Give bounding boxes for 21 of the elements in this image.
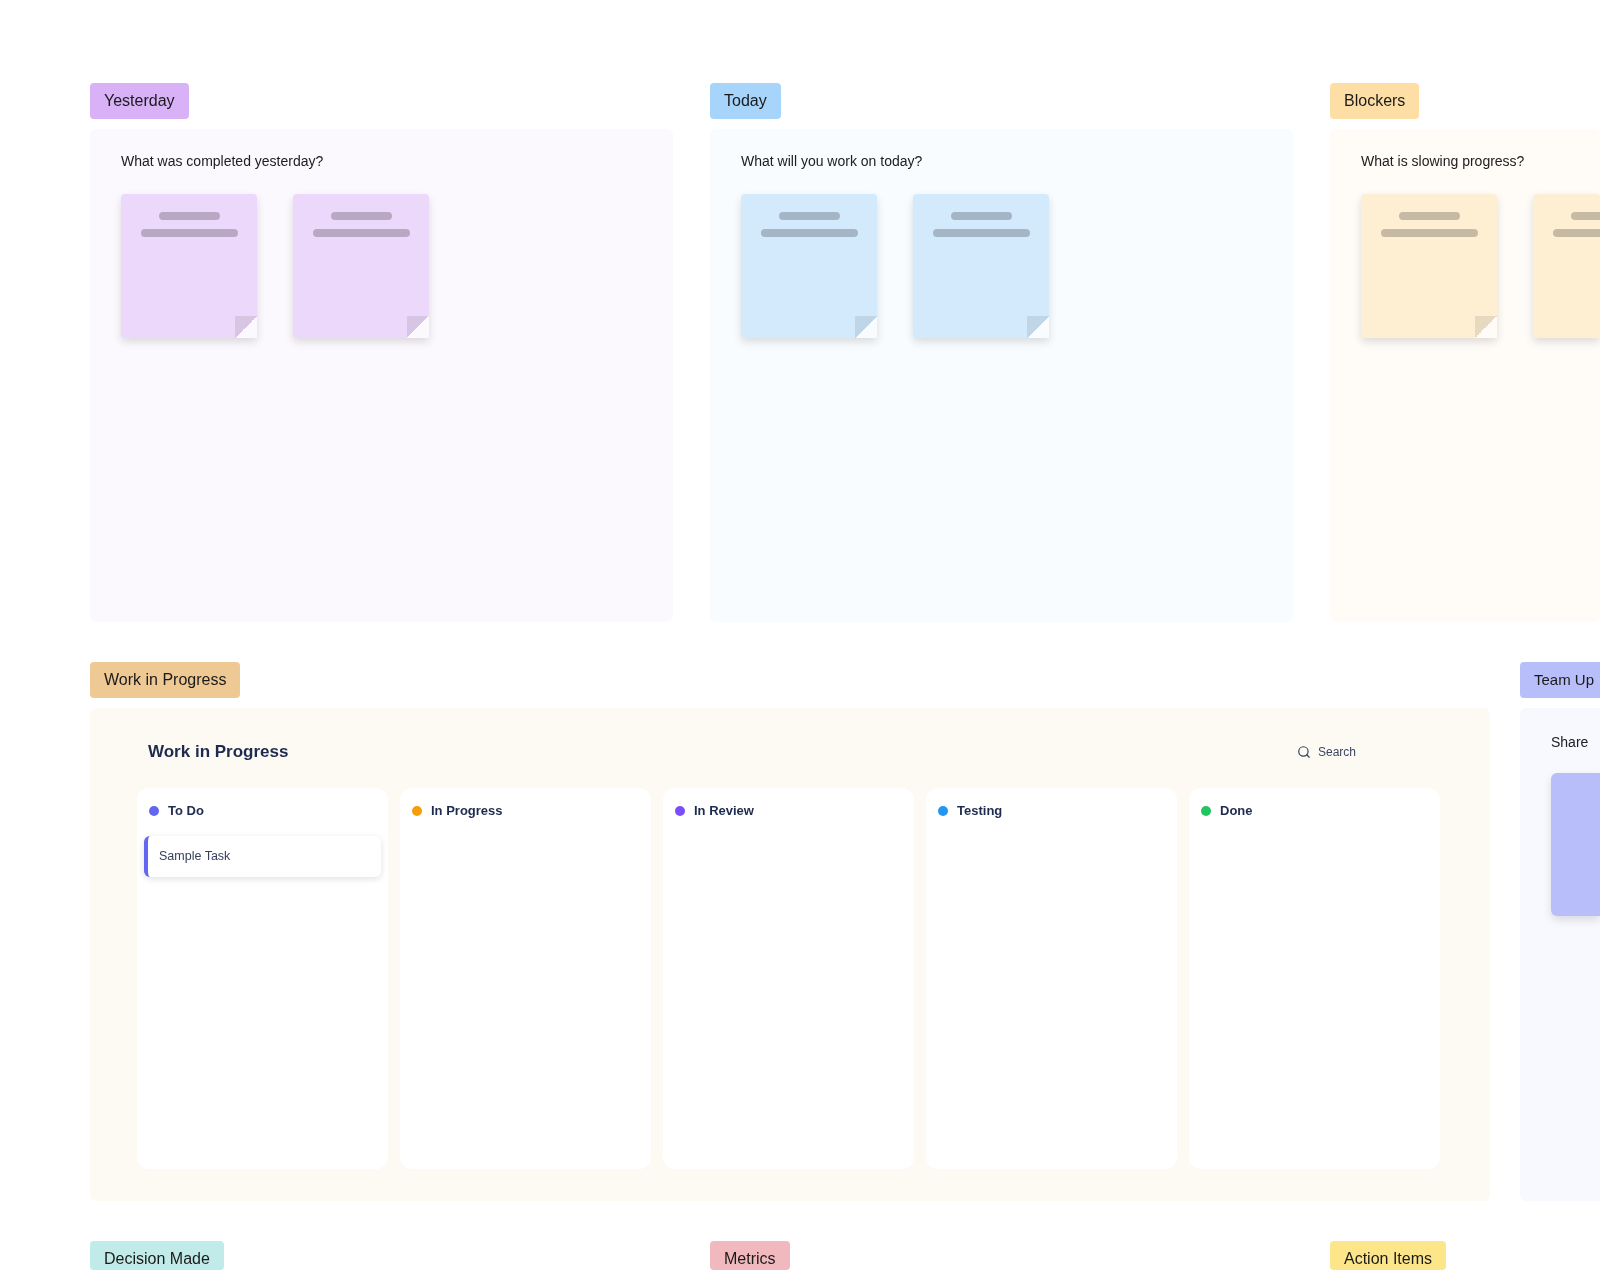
section-prompt: Share xyxy=(1551,734,1589,750)
section-label: Metrics xyxy=(710,1241,790,1270)
section-prompt: What is slowing progress? xyxy=(1361,153,1525,169)
column-title: In Progress xyxy=(431,804,503,818)
column-title: Testing xyxy=(957,804,1003,818)
column-title: Done xyxy=(1220,804,1253,818)
search-icon xyxy=(1297,745,1311,759)
section-label: Decision Made xyxy=(90,1241,224,1270)
column-title: In Review xyxy=(694,804,754,818)
section-label: Today xyxy=(710,83,781,119)
board-title: Work in Progress xyxy=(148,741,289,763)
section-prompt: What will you work on today? xyxy=(741,153,923,169)
section-label: Work in Progress xyxy=(90,662,241,698)
section-label: Team Up xyxy=(1520,662,1600,698)
task-card[interactable]: Sample Task xyxy=(144,836,381,877)
section-label: Yesterday xyxy=(90,83,189,119)
section-prompt: What was completed yesterday? xyxy=(121,153,324,169)
column-title: To Do xyxy=(168,804,204,818)
search-field[interactable]: Search xyxy=(1318,743,1429,761)
section-label: Blockers xyxy=(1330,83,1420,119)
section-label: Action Items xyxy=(1330,1241,1447,1270)
